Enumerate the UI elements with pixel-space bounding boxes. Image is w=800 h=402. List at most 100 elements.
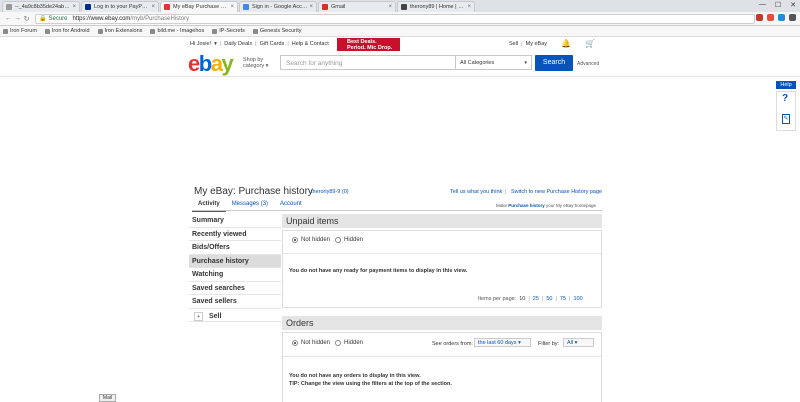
help-contact-link[interactable]: Help & Contact: [292, 41, 329, 47]
cart-icon[interactable]: 🛒: [585, 39, 595, 48]
secure-label: Secure: [48, 15, 68, 22]
tell-us-link[interactable]: Tell us what you think: [450, 189, 502, 195]
switch-page-link[interactable]: Switch to new Purchase History page: [511, 189, 602, 195]
bookmark-label: IP-Secrets: [219, 28, 245, 34]
search-input[interactable]: Search for anything: [280, 55, 456, 70]
back-icon[interactable]: ←: [4, 15, 13, 22]
greeting[interactable]: Hi Josie!: [190, 41, 211, 47]
sell-link[interactable]: Sell: [509, 41, 518, 47]
unpaid-radio-not-hidden[interactable]: Not hidden: [292, 237, 330, 243]
sidebar-item-saved-searches[interactable]: Saved searches: [189, 282, 281, 295]
extension-icons: [756, 14, 796, 21]
promo-banner[interactable]: Best Deals. Period. Mic Drop.: [337, 38, 400, 51]
shop-by-line-2: category ▾: [243, 63, 269, 69]
help-tab[interactable]: Help: [776, 81, 796, 89]
promo-line-2: Period. Mic Drop.: [347, 45, 393, 51]
bookmark-icon: [44, 28, 50, 34]
bookmark-label: Iron Forum: [10, 28, 37, 34]
orders-radio-hidden[interactable]: Hidden: [335, 340, 363, 346]
bookmark-item[interactable]: bild.me - Imagehos: [150, 28, 204, 34]
notification-bell-icon[interactable]: 🔔: [561, 39, 571, 48]
browser-tab[interactable]: Gmail ×: [318, 1, 396, 12]
unpaid-radio-hidden[interactable]: Hidden: [335, 237, 363, 243]
favicon-icon: [243, 4, 249, 10]
url-field[interactable]: 🔒 Secure https://www.ebay.com /myb/Purch…: [35, 13, 755, 24]
items-per-page-option[interactable]: 25: [533, 296, 539, 302]
orders-radio-not-hidden[interactable]: Not hidden: [292, 340, 330, 346]
period-dropdown[interactable]: the last 60 days ▾: [474, 338, 531, 347]
close-tab-icon[interactable]: ×: [230, 4, 234, 10]
extension-icon[interactable]: [756, 14, 763, 21]
divider: [283, 253, 601, 254]
items-per-page-option[interactable]: 50: [546, 296, 552, 302]
sidebar-item-saved-sellers[interactable]: Saved sellers: [189, 295, 281, 309]
bookmark-item[interactable]: Iron Extensions: [97, 28, 142, 34]
favicon-icon: [6, 4, 12, 10]
chevron-down-icon: ▾: [518, 340, 521, 346]
radio-label: Hidden: [344, 340, 364, 346]
username-link[interactable]: theroriy89-9 (0): [311, 189, 349, 195]
search-button[interactable]: Search: [535, 55, 573, 71]
sidebar-item-watching[interactable]: Watching: [189, 268, 281, 282]
close-tab-icon[interactable]: ×: [72, 4, 76, 10]
unpaid-empty-message: You do not have any ready for payment it…: [289, 268, 468, 274]
close-tab-icon[interactable]: ×: [309, 4, 313, 10]
feedback-icon[interactable]: ✎: [782, 114, 790, 124]
shop-by-category-button[interactable]: Shop by category ▾: [243, 57, 268, 69]
bookmark-item[interactable]: Iron Forum: [3, 28, 37, 34]
expand-icon[interactable]: +: [194, 311, 203, 321]
divider: |: [521, 41, 523, 47]
address-bar-row: ← → ↻ 🔒 Secure https://www.ebay.com /myb…: [0, 12, 800, 26]
browser-tab[interactable]: therony89 | Home | Click ×: [397, 1, 475, 12]
browser-tab-strip: --_4a9c8b35de24abe50c × Log in to your Pay…: [0, 0, 800, 12]
items-per-page-option[interactable]: 10: [519, 296, 525, 302]
browser-tab[interactable]: Sign in - Google Account ×: [239, 1, 317, 12]
ebay-logo[interactable]: ebay: [188, 51, 234, 77]
bookmark-item[interactable]: Iron for Android: [44, 28, 90, 34]
my-ebay-link[interactable]: My eBay: [526, 41, 547, 47]
category-select[interactable]: All Categories ▾: [456, 55, 532, 70]
extension-icon[interactable]: [767, 14, 774, 21]
browser-tab[interactable]: --_4a9c8b35de24abe50c ×: [2, 1, 80, 12]
minimize-icon[interactable]: —: [759, 1, 766, 9]
browser-tab-title: therony89 | Home | Click: [410, 4, 466, 10]
filter-dropdown[interactable]: All ▾: [563, 338, 594, 347]
items-per-page-option[interactable]: 100: [573, 296, 582, 302]
sidebar-item-summary[interactable]: Summary: [189, 214, 281, 228]
bookmark-item[interactable]: Genesis Security: [252, 28, 301, 34]
sidebar-item-bids-offers[interactable]: Bids/Offers: [189, 241, 281, 255]
taskbar-mail[interactable]: Mail: [99, 394, 116, 402]
advanced-search-link[interactable]: Advanced: [577, 61, 599, 67]
help-question-icon[interactable]: ?: [782, 93, 788, 104]
browser-tab[interactable]: Log in to your PayPal acc×: [81, 1, 159, 12]
page-title: My eBay: Purchase history: [194, 186, 313, 197]
bookmarks-bar: Iron Forum Iron for Android Iron Extension…: [0, 26, 800, 37]
ebay-top-nav: Hi Josie! ▾ | Daily Deals | Gift Cards |…: [0, 40, 800, 50]
sidebar-item-recently-viewed[interactable]: Recently viewed: [189, 228, 281, 241]
chevron-down-icon: ▾: [524, 60, 527, 66]
bookmark-icon: [97, 28, 103, 34]
logo-letter: b: [198, 51, 212, 76]
sidebar-item-sell[interactable]: + Sell: [189, 309, 281, 322]
forward-icon[interactable]: →: [13, 15, 22, 22]
daily-deals-link[interactable]: Daily Deals: [224, 41, 252, 47]
gift-cards-link[interactable]: Gift Cards: [260, 41, 285, 47]
browser-tab[interactable]: My eBay Purchase Histor×: [160, 1, 238, 12]
sidebar-item-purchase-history[interactable]: Purchase history: [189, 254, 281, 268]
divider: |: [255, 41, 257, 47]
divider: |: [541, 296, 544, 302]
maximize-icon[interactable]: ☐: [775, 1, 781, 9]
orders-tip-message: TIP: Change the view using the filters a…: [289, 381, 452, 387]
radio-icon: [335, 237, 341, 243]
extension-icon[interactable]: [778, 14, 785, 21]
make-homepage-link[interactable]: Make Purchase history your My eBay homep…: [496, 203, 596, 208]
close-window-icon[interactable]: ✕: [790, 1, 796, 9]
reload-icon[interactable]: ↻: [22, 15, 31, 23]
close-tab-icon[interactable]: ×: [151, 4, 155, 10]
sidebar-item-label: Sell: [209, 312, 222, 320]
close-tab-icon[interactable]: ×: [388, 4, 392, 10]
items-per-page-option[interactable]: 75: [560, 296, 566, 302]
extension-icon[interactable]: [789, 14, 796, 21]
close-tab-icon[interactable]: ×: [467, 4, 471, 10]
bookmark-item[interactable]: IP-Secrets: [212, 28, 245, 34]
